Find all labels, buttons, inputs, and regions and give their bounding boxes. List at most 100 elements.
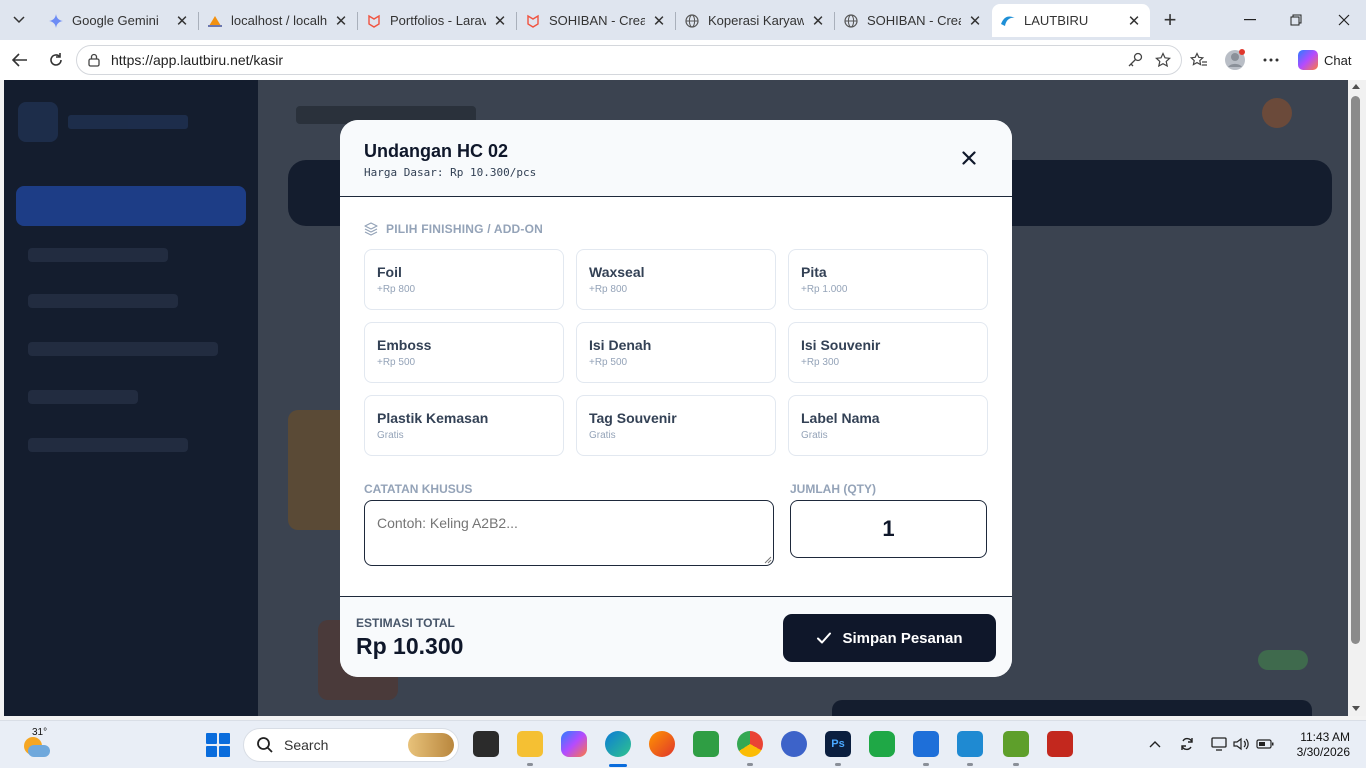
sidebar-item [28,438,188,452]
addon-option-waxseal[interactable]: Waxseal +Rp 800 [576,249,776,310]
close-icon[interactable]: ✕ [333,13,349,30]
copilot-chat-button[interactable]: Chat [1292,46,1358,74]
vscode-icon[interactable] [957,731,983,757]
task-view-icon[interactable] [473,731,499,757]
android-studio-icon[interactable] [693,731,719,757]
laravel-icon [525,13,541,29]
weather-widget[interactable]: 31° [20,727,52,763]
addon-option-tag-souvenir[interactable]: Tag Souvenir Gratis [576,395,776,456]
tab-lautbiru[interactable]: LAUTBIRU ✕ [992,4,1150,37]
resize-grip-icon[interactable] [764,556,772,564]
xampp-icon[interactable] [1003,731,1029,757]
addon-price: Gratis [589,430,616,441]
window-close-button[interactable] [1332,8,1356,32]
addon-price: Gratis [801,430,828,441]
filezilla-icon[interactable] [1047,731,1073,757]
addon-option-isi-denah[interactable]: Isi Denah +Rp 500 [576,322,776,383]
scroll-down-icon[interactable] [1352,706,1360,711]
favorite-star-icon[interactable] [1151,48,1175,72]
addon-option-emboss[interactable]: Emboss +Rp 500 [364,322,564,383]
scrollbar-thumb[interactable] [1351,96,1360,644]
modal-header: Undangan HC 02 Harga Dasar: Rp 10.300/pc… [340,120,1012,197]
scroll-up-icon[interactable] [1352,84,1360,89]
system-clock[interactable]: 11:43 AM 3/30/2026 [1286,730,1350,760]
gemini-icon [48,13,64,29]
tab-sohiban-1[interactable]: SOHIBAN - Creativ ✕ [517,4,675,37]
app-running-indicator [967,763,973,766]
addon-price: +Rp 1.000 [801,284,848,295]
addon-option-isi-souvenir[interactable]: Isi Souvenir +Rp 300 [788,322,988,383]
tab-title: LAUTBIRU [1024,13,1089,28]
notes-textarea[interactable] [364,500,774,566]
minimize-icon [1244,19,1256,21]
page-scrollbar[interactable] [1348,80,1366,716]
tab-sohiban-2[interactable]: SOHIBAN - Creativ ✕ [835,4,991,37]
addon-name: Foil [377,264,402,280]
network-icon[interactable] [1210,735,1228,753]
addon-option-pita[interactable]: Pita +Rp 1.000 [788,249,988,310]
close-icon[interactable]: ✕ [810,13,826,30]
cart-bar [832,700,1312,716]
new-tab-button[interactable]: + [1158,7,1182,32]
minimize-button[interactable] [1238,8,1262,32]
close-icon[interactable]: ✕ [1126,13,1142,30]
chevron-up-icon[interactable] [1146,735,1164,753]
qty-input[interactable]: 1 [790,500,987,558]
tab-google-gemini[interactable]: Google Gemini ✕ [40,4,198,37]
addon-name: Plastik Kemasan [377,410,489,426]
save-order-button[interactable]: Simpan Pesanan [783,614,996,662]
chrome-icon[interactable] [737,731,763,757]
back-button[interactable] [8,48,32,72]
profile-avatar-icon[interactable] [1223,48,1247,72]
taskbar-search[interactable]: Search [243,728,459,762]
close-icon[interactable]: ✕ [967,13,983,30]
whatsapp-icon[interactable] [869,731,895,757]
app-running-indicator [527,763,533,766]
finishing-section-label: PILIH FINISHING / ADD-ON [364,222,543,236]
tab-title: SOHIBAN - Creativ [867,13,961,28]
firefox-icon[interactable] [649,731,675,757]
app-running-indicator [923,763,929,766]
file-explorer-icon[interactable] [517,731,543,757]
tab-phpmyadmin[interactable]: localhost / localhos ✕ [199,4,357,37]
copilot-app-icon[interactable] [561,731,587,757]
addon-price: +Rp 500 [377,357,416,368]
tab-portfolios-laravel[interactable]: Portfolios - Laravel ✕ [358,4,516,37]
sidebar-item [28,248,168,262]
addon-option-label-nama[interactable]: Label Nama Gratis [788,395,988,456]
more-menu-icon[interactable] [1259,48,1283,72]
restore-button[interactable] [1284,8,1308,32]
addon-option-foil[interactable]: Foil +Rp 800 [364,249,564,310]
battery-icon[interactable] [1256,735,1274,753]
start-button[interactable] [206,733,230,757]
search-label: Search [284,737,329,753]
sync-icon[interactable] [1178,735,1196,753]
photoshop-icon[interactable]: Ps [825,731,851,757]
volume-icon[interactable] [1232,735,1250,753]
favorites-collection-icon[interactable] [1187,48,1211,72]
close-icon[interactable]: ✕ [492,13,508,30]
close-icon[interactable]: ✕ [174,13,190,30]
url-field[interactable]: https://app.lautbiru.net/kasir [76,45,1182,75]
modal-close-button[interactable] [957,146,981,170]
password-key-icon[interactable] [1123,48,1147,72]
addon-option-plastik-kemasan[interactable]: Plastik Kemasan Gratis [364,395,564,456]
avatar [1262,98,1292,128]
addon-name: Waxseal [589,264,645,280]
addon-name: Pita [801,264,827,280]
tab-list-button[interactable] [6,7,32,33]
globe-icon [843,13,859,29]
addon-name: Isi Souvenir [801,337,881,353]
notepad-icon[interactable] [913,731,939,757]
tab-koperasi[interactable]: Koperasi Karyawan ✕ [676,4,834,37]
tab-title: Portfolios - Laravel [390,13,486,28]
search-icon [256,736,274,754]
close-icon[interactable]: ✕ [651,13,667,30]
proton-vpn-icon[interactable] [781,731,807,757]
windows-logo-icon [206,733,217,744]
addon-price: +Rp 800 [589,284,628,295]
edge-browser-icon[interactable] [605,731,631,757]
check-icon [816,630,832,646]
tab-title: SOHIBAN - Creativ [549,13,645,28]
reload-button[interactable] [44,48,68,72]
